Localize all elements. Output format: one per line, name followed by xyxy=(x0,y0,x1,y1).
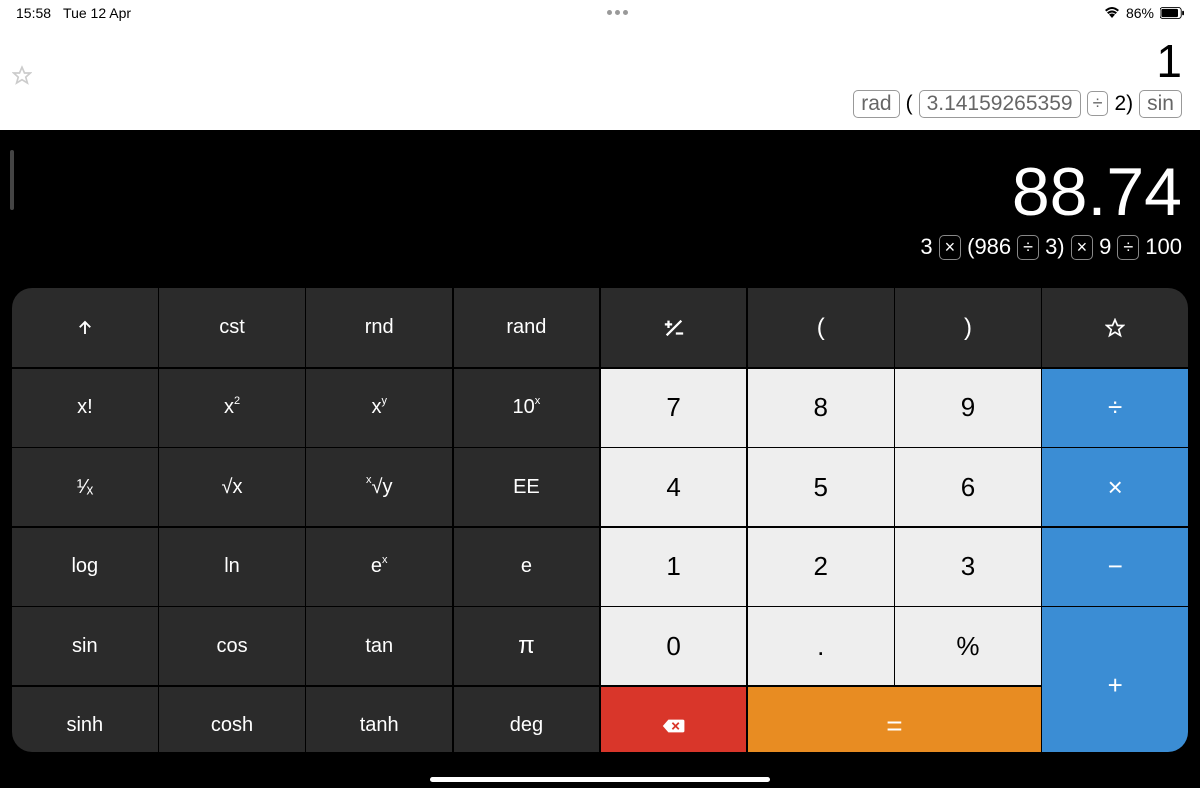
sqrt-button[interactable]: √x xyxy=(159,448,305,526)
multiply-button[interactable]: × xyxy=(1042,448,1188,526)
paren-open-button[interactable]: ( xyxy=(748,288,894,367)
nth-root-button[interactable]: x√y xyxy=(306,448,452,526)
backspace-button[interactable] xyxy=(601,687,747,753)
cosh-button[interactable]: cosh xyxy=(159,687,305,753)
status-bar: 15:58 Tue 12 Apr 86% xyxy=(0,0,1200,25)
history-bar[interactable]: 1 rad ( 3.14159265359 ÷ 2) sin xyxy=(0,25,1200,130)
wifi-icon xyxy=(1104,5,1120,21)
x-power-y-button[interactable]: xy xyxy=(306,369,452,447)
favorite-icon[interactable] xyxy=(12,65,32,90)
rnd-button[interactable]: rnd xyxy=(306,288,452,367)
digit-0-button[interactable]: 0 xyxy=(601,607,747,685)
sin-button[interactable]: sin xyxy=(12,607,158,685)
digit-7-button[interactable]: 7 xyxy=(601,369,747,447)
battery-percent: 86% xyxy=(1126,5,1154,21)
shift-button[interactable] xyxy=(12,288,158,367)
digit-5-button[interactable]: 5 xyxy=(748,448,894,526)
page-dots xyxy=(131,10,1104,15)
digit-6-button[interactable]: 6 xyxy=(895,448,1041,526)
percent-button[interactable]: % xyxy=(895,607,1041,685)
factorial-button[interactable]: x! xyxy=(12,369,158,447)
sign-button[interactable] xyxy=(601,288,747,367)
divide-button[interactable]: ÷ xyxy=(1042,369,1188,447)
favorite-button[interactable] xyxy=(1042,288,1188,367)
pi-value: 3.14159265359 xyxy=(919,90,1081,118)
tan-button[interactable]: tan xyxy=(306,607,452,685)
digit-8-button[interactable]: 8 xyxy=(748,369,894,447)
subtract-button[interactable]: − xyxy=(1042,528,1188,606)
pi-button[interactable]: π xyxy=(454,607,600,685)
log-button[interactable]: log xyxy=(12,528,158,606)
e-power-x-button[interactable]: ex xyxy=(306,528,452,606)
x-squared-button[interactable]: x2 xyxy=(159,369,305,447)
deg-button[interactable]: deg xyxy=(454,687,600,753)
status-date: Tue 12 Apr xyxy=(63,5,131,21)
cst-button[interactable]: cst xyxy=(159,288,305,367)
tanh-button[interactable]: tanh xyxy=(306,687,452,753)
scroll-indicator xyxy=(10,150,14,210)
display-area: 88.74 3 × (986 ÷ 3) × 9 ÷ 100 xyxy=(0,130,1200,288)
divide-badge: ÷ xyxy=(1087,91,1109,116)
e-button[interactable]: e xyxy=(454,528,600,606)
add-button[interactable]: + xyxy=(1042,607,1188,752)
sinh-button[interactable]: sinh xyxy=(12,687,158,753)
equals-button[interactable]: = xyxy=(748,687,1041,753)
display-result: 88.74 xyxy=(1012,158,1182,226)
digit-3-button[interactable]: 3 xyxy=(895,528,1041,606)
digit-9-button[interactable]: 9 xyxy=(895,369,1041,447)
paren-close-button[interactable]: ) xyxy=(895,288,1041,367)
ten-power-x-button[interactable]: 10x xyxy=(454,369,600,447)
home-indicator[interactable] xyxy=(430,777,770,782)
battery-icon xyxy=(1160,7,1184,19)
display-expression: 3 × (986 ÷ 3) × 9 ÷ 100 xyxy=(920,234,1182,260)
rand-button[interactable]: rand xyxy=(454,288,600,367)
digit-4-button[interactable]: 4 xyxy=(601,448,747,526)
status-time: 15:58 xyxy=(16,5,51,21)
keypad: cst rnd rand ( ) x! x2 xy 10x 7 8 9 ÷ ¹⁄… xyxy=(0,288,1200,764)
sin-badge: sin xyxy=(1139,90,1182,118)
digit-2-button[interactable]: 2 xyxy=(748,528,894,606)
digit-1-button[interactable]: 1 xyxy=(601,528,747,606)
ln-button[interactable]: ln xyxy=(159,528,305,606)
history-expression: rad ( 3.14159265359 ÷ 2) sin xyxy=(853,90,1182,118)
mode-badge: rad xyxy=(853,90,899,118)
decimal-button[interactable]: . xyxy=(748,607,894,685)
reciprocal-button[interactable]: ¹⁄ₓ xyxy=(12,448,158,526)
ee-button[interactable]: EE xyxy=(454,448,600,526)
cos-button[interactable]: cos xyxy=(159,607,305,685)
history-result: 1 xyxy=(1156,38,1182,84)
